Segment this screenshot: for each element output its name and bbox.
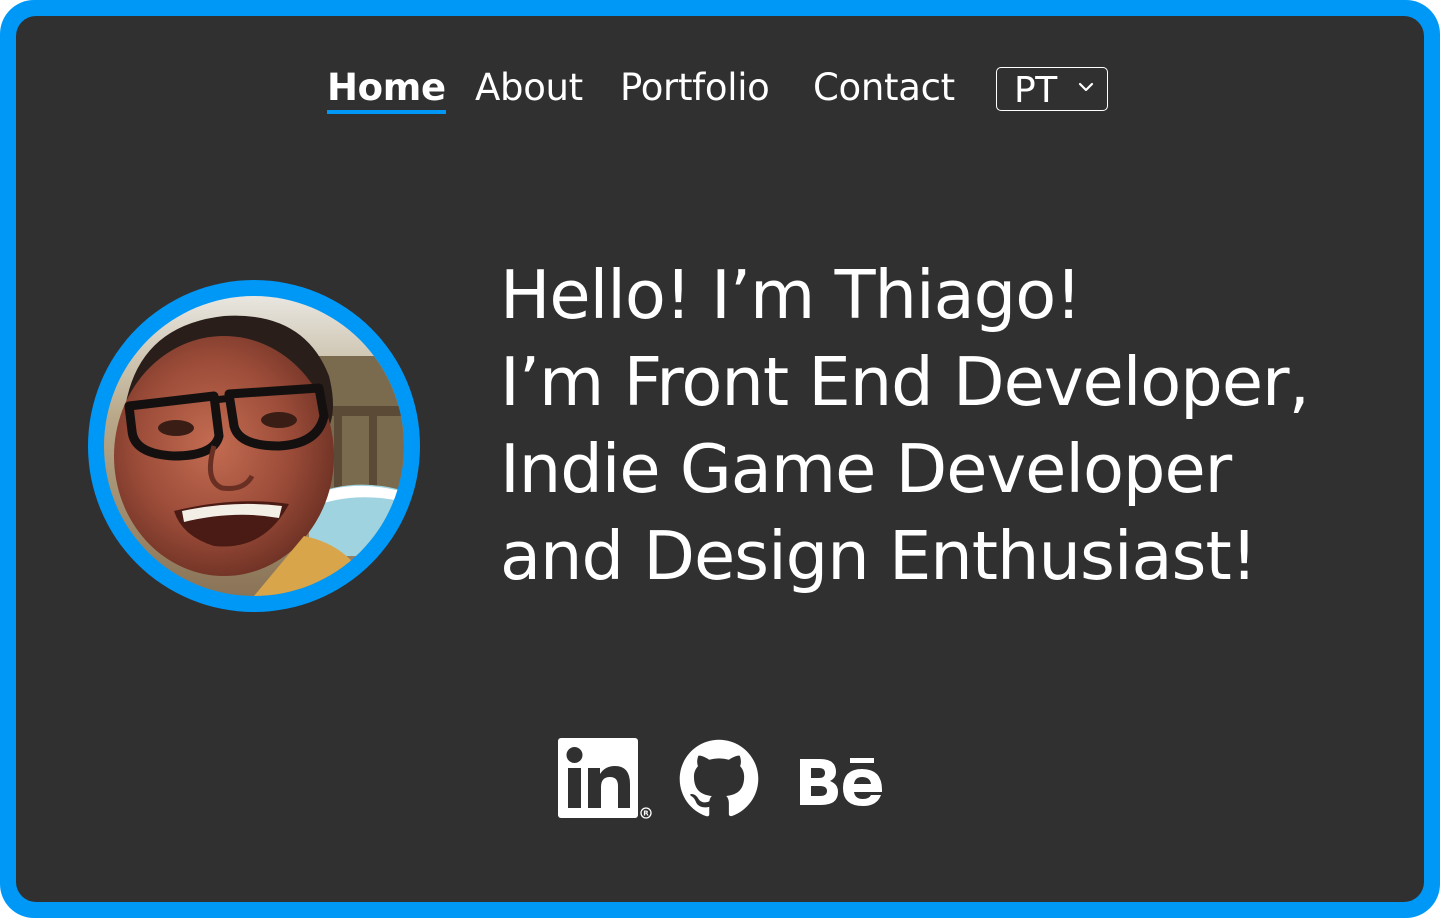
linkedin-icon[interactable]: R: [558, 738, 654, 820]
hero-headline: Hello! I’m Thiago! I’m Front End Develop…: [500, 252, 1400, 600]
main-panel: Home About Portfolio Contact PT Hello! I…: [16, 16, 1424, 902]
language-select-value: PT: [1014, 70, 1057, 111]
hero-line-4: and Design Enthusiast!: [500, 517, 1258, 595]
behance-icon[interactable]: [798, 754, 888, 806]
page-frame: Home About Portfolio Contact PT Hello! I…: [0, 0, 1440, 918]
nav-portfolio-link[interactable]: Portfolio: [620, 66, 770, 110]
nav-home-link[interactable]: Home: [327, 66, 446, 114]
chevron-down-icon: [1078, 82, 1094, 92]
hero-line-2: I’m Front End Developer,: [500, 343, 1310, 421]
hero-line-1: Hello! I’m Thiago!: [500, 256, 1082, 334]
avatar: [88, 280, 420, 612]
nav-contact-link[interactable]: Contact: [813, 66, 955, 110]
svg-text:R: R: [643, 810, 649, 818]
language-select[interactable]: PT: [996, 67, 1108, 111]
nav-about-link[interactable]: About: [475, 66, 583, 110]
hero-line-3: Indie Game Developer: [500, 430, 1232, 508]
profile-photo: [104, 296, 404, 596]
github-icon[interactable]: [678, 738, 760, 820]
top-nav: Home About Portfolio Contact: [16, 66, 1424, 116]
